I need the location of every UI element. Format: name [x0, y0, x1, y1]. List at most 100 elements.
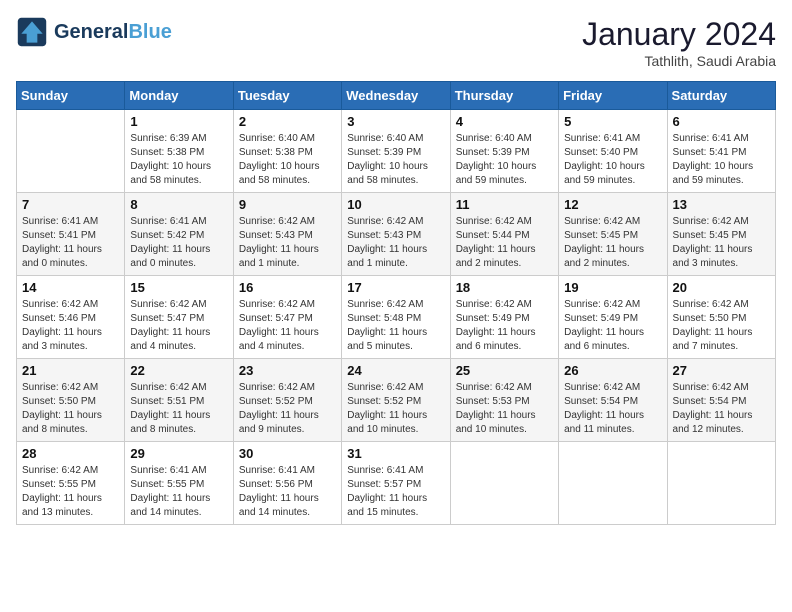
day-info: Sunrise: 6:41 AM Sunset: 5:57 PM Dayligh…	[347, 464, 444, 520]
day-number: 19	[564, 280, 661, 295]
logo-icon	[16, 16, 48, 48]
calendar-day-cell: 28 Sunrise: 6:42 AM Sunset: 5:55 PM Dayli…	[17, 442, 125, 525]
day-number: 12	[564, 197, 661, 212]
day-info: Sunrise: 6:42 AM Sunset: 5:51 PM Dayligh…	[130, 381, 227, 437]
calendar-day-cell: 2 Sunrise: 6:40 AM Sunset: 5:38 PM Daylig…	[233, 110, 341, 193]
day-number: 8	[130, 197, 227, 212]
day-number: 21	[22, 363, 119, 378]
calendar-day-cell: 27 Sunrise: 6:42 AM Sunset: 5:54 PM Dayli…	[667, 359, 775, 442]
day-number: 16	[239, 280, 336, 295]
calendar-day-cell	[559, 442, 667, 525]
day-info: Sunrise: 6:41 AM Sunset: 5:56 PM Dayligh…	[239, 464, 336, 520]
calendar-day-cell	[450, 442, 558, 525]
page-header: GeneralBlue January 2024 Tathlith, Saudi…	[16, 16, 776, 69]
day-info: Sunrise: 6:41 AM Sunset: 5:55 PM Dayligh…	[130, 464, 227, 520]
day-info: Sunrise: 6:42 AM Sunset: 5:44 PM Dayligh…	[456, 215, 553, 271]
day-number: 20	[673, 280, 770, 295]
calendar-day-cell: 12 Sunrise: 6:42 AM Sunset: 5:45 PM Dayli…	[559, 193, 667, 276]
day-number: 4	[456, 114, 553, 129]
day-info: Sunrise: 6:42 AM Sunset: 5:49 PM Dayligh…	[564, 298, 661, 354]
calendar-day-cell: 15 Sunrise: 6:42 AM Sunset: 5:47 PM Dayli…	[125, 276, 233, 359]
calendar-week-row: 28 Sunrise: 6:42 AM Sunset: 5:55 PM Dayli…	[17, 442, 776, 525]
day-number: 28	[22, 446, 119, 461]
day-number: 18	[456, 280, 553, 295]
day-number: 15	[130, 280, 227, 295]
weekday-header-cell: Thursday	[450, 82, 558, 110]
calendar-table: SundayMondayTuesdayWednesdayThursdayFrid…	[16, 81, 776, 525]
calendar-day-cell: 3 Sunrise: 6:40 AM Sunset: 5:39 PM Daylig…	[342, 110, 450, 193]
day-number: 9	[239, 197, 336, 212]
day-number: 26	[564, 363, 661, 378]
calendar-day-cell: 25Sunrise: 6:42 AM Sunset: 5:53 PM Dayli…	[450, 359, 558, 442]
day-info: Sunrise: 6:40 AM Sunset: 5:39 PM Dayligh…	[347, 132, 444, 188]
calendar-day-cell: 1 Sunrise: 6:39 AM Sunset: 5:38 PM Daylig…	[125, 110, 233, 193]
calendar-day-cell: 22Sunrise: 6:42 AM Sunset: 5:51 PM Dayli…	[125, 359, 233, 442]
calendar-day-cell: 10 Sunrise: 6:42 AM Sunset: 5:43 PM Dayli…	[342, 193, 450, 276]
weekday-header-cell: Saturday	[667, 82, 775, 110]
calendar-day-cell: 29 Sunrise: 6:41 AM Sunset: 5:55 PM Dayli…	[125, 442, 233, 525]
day-number: 17	[347, 280, 444, 295]
day-info: Sunrise: 6:42 AM Sunset: 5:48 PM Dayligh…	[347, 298, 444, 354]
day-number: 30	[239, 446, 336, 461]
day-info: Sunrise: 6:42 AM Sunset: 5:52 PM Dayligh…	[239, 381, 336, 437]
day-info: Sunrise: 6:41 AM Sunset: 5:41 PM Dayligh…	[22, 215, 119, 271]
calendar-day-cell: 26 Sunrise: 6:42 AM Sunset: 5:54 PM Dayli…	[559, 359, 667, 442]
calendar-day-cell	[17, 110, 125, 193]
day-info: Sunrise: 6:41 AM Sunset: 5:40 PM Dayligh…	[564, 132, 661, 188]
calendar-day-cell	[667, 442, 775, 525]
day-number: 13	[673, 197, 770, 212]
weekday-header-cell: Tuesday	[233, 82, 341, 110]
weekday-header-row: SundayMondayTuesdayWednesdayThursdayFrid…	[17, 82, 776, 110]
day-info: Sunrise: 6:42 AM Sunset: 5:45 PM Dayligh…	[564, 215, 661, 271]
day-number: 7	[22, 197, 119, 212]
day-info: Sunrise: 6:42 AM Sunset: 5:55 PM Dayligh…	[22, 464, 119, 520]
calendar-week-row: 14 Sunrise: 6:42 AM Sunset: 5:46 PM Dayli…	[17, 276, 776, 359]
day-number: 1	[130, 114, 227, 129]
calendar-week-row: 1 Sunrise: 6:39 AM Sunset: 5:38 PM Daylig…	[17, 110, 776, 193]
day-info: Sunrise: 6:42 AM Sunset: 5:43 PM Dayligh…	[239, 215, 336, 271]
day-info: Sunrise: 6:40 AM Sunset: 5:38 PM Dayligh…	[239, 132, 336, 188]
location: Tathlith, Saudi Arabia	[582, 53, 776, 69]
day-number: 23	[239, 363, 336, 378]
day-info: Sunrise: 6:42 AM Sunset: 5:49 PM Dayligh…	[456, 298, 553, 354]
calendar-day-cell: 5 Sunrise: 6:41 AM Sunset: 5:40 PM Daylig…	[559, 110, 667, 193]
calendar-day-cell: 17 Sunrise: 6:42 AM Sunset: 5:48 PM Dayli…	[342, 276, 450, 359]
day-info: Sunrise: 6:42 AM Sunset: 5:54 PM Dayligh…	[673, 381, 770, 437]
day-number: 25	[456, 363, 553, 378]
day-number: 27	[673, 363, 770, 378]
day-number: 31	[347, 446, 444, 461]
calendar-day-cell: 14 Sunrise: 6:42 AM Sunset: 5:46 PM Dayli…	[17, 276, 125, 359]
calendar-day-cell: 9 Sunrise: 6:42 AM Sunset: 5:43 PM Daylig…	[233, 193, 341, 276]
day-info: Sunrise: 6:42 AM Sunset: 5:46 PM Dayligh…	[22, 298, 119, 354]
calendar-day-cell: 8Sunrise: 6:41 AM Sunset: 5:42 PM Daylig…	[125, 193, 233, 276]
day-number: 5	[564, 114, 661, 129]
day-number: 10	[347, 197, 444, 212]
day-info: Sunrise: 6:39 AM Sunset: 5:38 PM Dayligh…	[130, 132, 227, 188]
logo: GeneralBlue	[16, 16, 172, 48]
day-info: Sunrise: 6:42 AM Sunset: 5:43 PM Dayligh…	[347, 215, 444, 271]
day-info: Sunrise: 6:42 AM Sunset: 5:45 PM Dayligh…	[673, 215, 770, 271]
weekday-header-cell: Monday	[125, 82, 233, 110]
day-number: 2	[239, 114, 336, 129]
logo-text: GeneralBlue	[54, 21, 172, 43]
day-number: 24	[347, 363, 444, 378]
calendar-day-cell: 23 Sunrise: 6:42 AM Sunset: 5:52 PM Dayli…	[233, 359, 341, 442]
calendar-week-row: 7 Sunrise: 6:41 AM Sunset: 5:41 PM Daylig…	[17, 193, 776, 276]
calendar-day-cell: 20 Sunrise: 6:42 AM Sunset: 5:50 PM Dayli…	[667, 276, 775, 359]
day-info: Sunrise: 6:42 AM Sunset: 5:47 PM Dayligh…	[239, 298, 336, 354]
day-info: Sunrise: 6:42 AM Sunset: 5:50 PM Dayligh…	[673, 298, 770, 354]
day-info: Sunrise: 6:42 AM Sunset: 5:54 PM Dayligh…	[564, 381, 661, 437]
day-number: 14	[22, 280, 119, 295]
day-number: 6	[673, 114, 770, 129]
day-info: Sunrise: 6:42 AM Sunset: 5:47 PM Dayligh…	[130, 298, 227, 354]
day-info: Sunrise: 6:40 AM Sunset: 5:39 PM Dayligh…	[456, 132, 553, 188]
calendar-day-cell: 13 Sunrise: 6:42 AM Sunset: 5:45 PM Dayli…	[667, 193, 775, 276]
day-info: Sunrise: 6:41 AM Sunset: 5:41 PM Dayligh…	[673, 132, 770, 188]
day-number: 29	[130, 446, 227, 461]
calendar-day-cell: 11Sunrise: 6:42 AM Sunset: 5:44 PM Dayli…	[450, 193, 558, 276]
weekday-header-cell: Sunday	[17, 82, 125, 110]
calendar-day-cell: 24Sunrise: 6:42 AM Sunset: 5:52 PM Dayli…	[342, 359, 450, 442]
calendar-body: 1 Sunrise: 6:39 AM Sunset: 5:38 PM Daylig…	[17, 110, 776, 525]
day-number: 3	[347, 114, 444, 129]
calendar-day-cell: 31 Sunrise: 6:41 AM Sunset: 5:57 PM Dayli…	[342, 442, 450, 525]
